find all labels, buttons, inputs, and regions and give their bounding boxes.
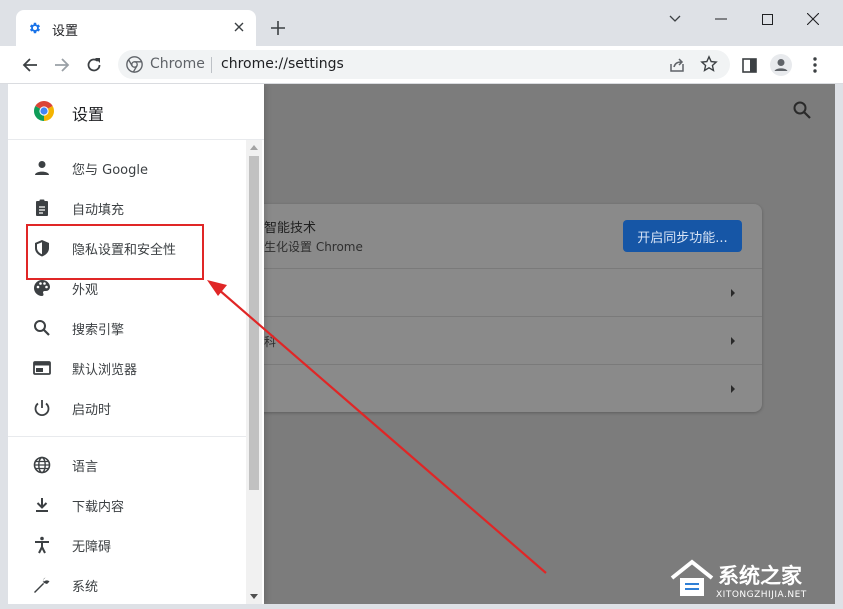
menu-divider — [8, 436, 246, 437]
menu-item-label: 搜索引擎 — [72, 323, 125, 338]
card-subtext: 生化设置 Chrome — [264, 240, 363, 254]
menu-item-label: 启动时 — [72, 403, 112, 418]
site-name: Chrome — [150, 56, 205, 72]
watermark-url: XITONGZHIJIA.NET — [716, 590, 807, 600]
menu-item-you-and-google[interactable]: 您与 Google — [8, 148, 246, 188]
scroll-up-arrow-icon[interactable] — [250, 144, 258, 150]
reload-button[interactable] — [82, 53, 106, 77]
download-icon — [36, 498, 48, 512]
turn-on-sync-button[interactable]: 开启同步功能... — [623, 220, 742, 252]
menu-item-search-engine[interactable]: 搜索引擎 — [8, 308, 246, 348]
page-content: 智能技术 生化设置 Chrome 开启同步功能... 科 设置 您与 Googl… — [8, 84, 835, 604]
close-icon[interactable] — [230, 18, 248, 36]
chevron-right-icon — [731, 289, 735, 297]
menu-item-label: 系统 — [72, 580, 99, 595]
card-row[interactable] — [244, 268, 762, 316]
maximize-button[interactable] — [744, 6, 790, 32]
dimmed-settings-page[interactable]: 智能技术 生化设置 Chrome 开启同步功能... 科 — [244, 84, 835, 604]
scroll-down-arrow-icon[interactable] — [250, 594, 258, 600]
chevron-right-icon — [731, 337, 735, 345]
url-text[interactable]: chrome://settings — [221, 56, 344, 72]
card-heading: 智能技术 — [264, 221, 317, 236]
tab-settings[interactable]: 设置 — [16, 10, 256, 46]
annotation-highlight-box — [26, 224, 204, 280]
menu-item-label: 自动填充 — [72, 203, 125, 218]
card-row[interactable] — [244, 364, 762, 412]
sync-card: 智能技术 生化设置 Chrome 开启同步功能... 科 — [244, 204, 762, 412]
accessibility-icon — [35, 536, 49, 554]
tab-title: 设置 — [52, 24, 79, 39]
menu-item-label: 您与 Google — [72, 163, 148, 178]
settings-drawer: 设置 您与 Google 自动填充 隐私设置和安全性 外观 搜索引擎 默认浏览器… — [8, 84, 264, 604]
tab-strip: 设置 — [0, 0, 843, 46]
wrench-icon — [34, 577, 50, 593]
new-tab-button[interactable] — [268, 18, 288, 38]
menu-item-label: 下载内容 — [72, 500, 125, 515]
gear-icon — [29, 22, 41, 34]
menu-item-label: 语言 — [72, 460, 99, 475]
search-icon[interactable] — [792, 100, 812, 120]
chevron-down-icon[interactable] — [652, 6, 698, 32]
browser-window: 设置 Chrome chrome://settings 智能技术 生化设置 Ch… — [0, 0, 843, 609]
palette-icon — [34, 280, 50, 296]
menu-item-autofill[interactable]: 自动填充 — [8, 188, 246, 228]
scrollbar-thumb[interactable] — [249, 156, 259, 490]
side-panel-icon[interactable] — [738, 54, 760, 76]
menu-item-accessibility[interactable]: 无障碍 — [8, 525, 246, 565]
menu-scrollbar[interactable] — [246, 140, 262, 604]
watermark-logo: 系统之家 XITONGZHIJIA.NET — [668, 550, 838, 606]
power-icon — [34, 400, 50, 417]
close-window-button[interactable] — [790, 6, 836, 32]
menu-item-downloads[interactable]: 下载内容 — [8, 485, 246, 525]
menu-item-default-browser[interactable]: 默认浏览器 — [8, 348, 246, 388]
star-icon[interactable] — [700, 55, 718, 73]
forward-button[interactable] — [50, 53, 74, 77]
menu-item-label: 外观 — [72, 283, 99, 298]
chrome-site-icon — [126, 56, 143, 73]
avatar[interactable] — [770, 54, 792, 76]
toolbar: Chrome chrome://settings — [0, 46, 843, 84]
browser-window-icon — [33, 361, 51, 375]
search-icon — [34, 320, 50, 336]
chrome-logo-icon — [34, 101, 54, 121]
menu-item-label: 无障碍 — [72, 540, 112, 555]
minimize-button[interactable] — [698, 6, 744, 32]
menu-item-label: 默认浏览器 — [72, 363, 138, 378]
card-row[interactable]: 科 — [244, 316, 762, 364]
divider — [211, 57, 212, 73]
house-logo-icon — [670, 559, 714, 596]
drawer-title: 设置 — [72, 105, 105, 124]
drawer-header: 设置 — [8, 84, 264, 140]
menu-item-on-startup[interactable]: 启动时 — [8, 388, 246, 428]
address-bar[interactable]: Chrome chrome://settings — [118, 50, 730, 79]
card-row-label: 科 — [264, 335, 277, 349]
person-icon — [35, 161, 49, 175]
clipboard-icon — [36, 199, 48, 216]
settings-menu: 您与 Google 自动填充 隐私设置和安全性 外观 搜索引擎 默认浏览器 启动… — [8, 140, 246, 604]
share-icon[interactable] — [668, 56, 686, 74]
menu-item-system[interactable]: 系统 — [8, 565, 246, 604]
watermark-title: 系统之家 — [718, 564, 802, 588]
back-button[interactable] — [18, 53, 42, 77]
globe-icon — [33, 456, 51, 474]
chevron-right-icon — [731, 385, 735, 393]
menu-item-languages[interactable]: 语言 — [8, 445, 246, 485]
more-options-icon[interactable] — [804, 54, 826, 76]
